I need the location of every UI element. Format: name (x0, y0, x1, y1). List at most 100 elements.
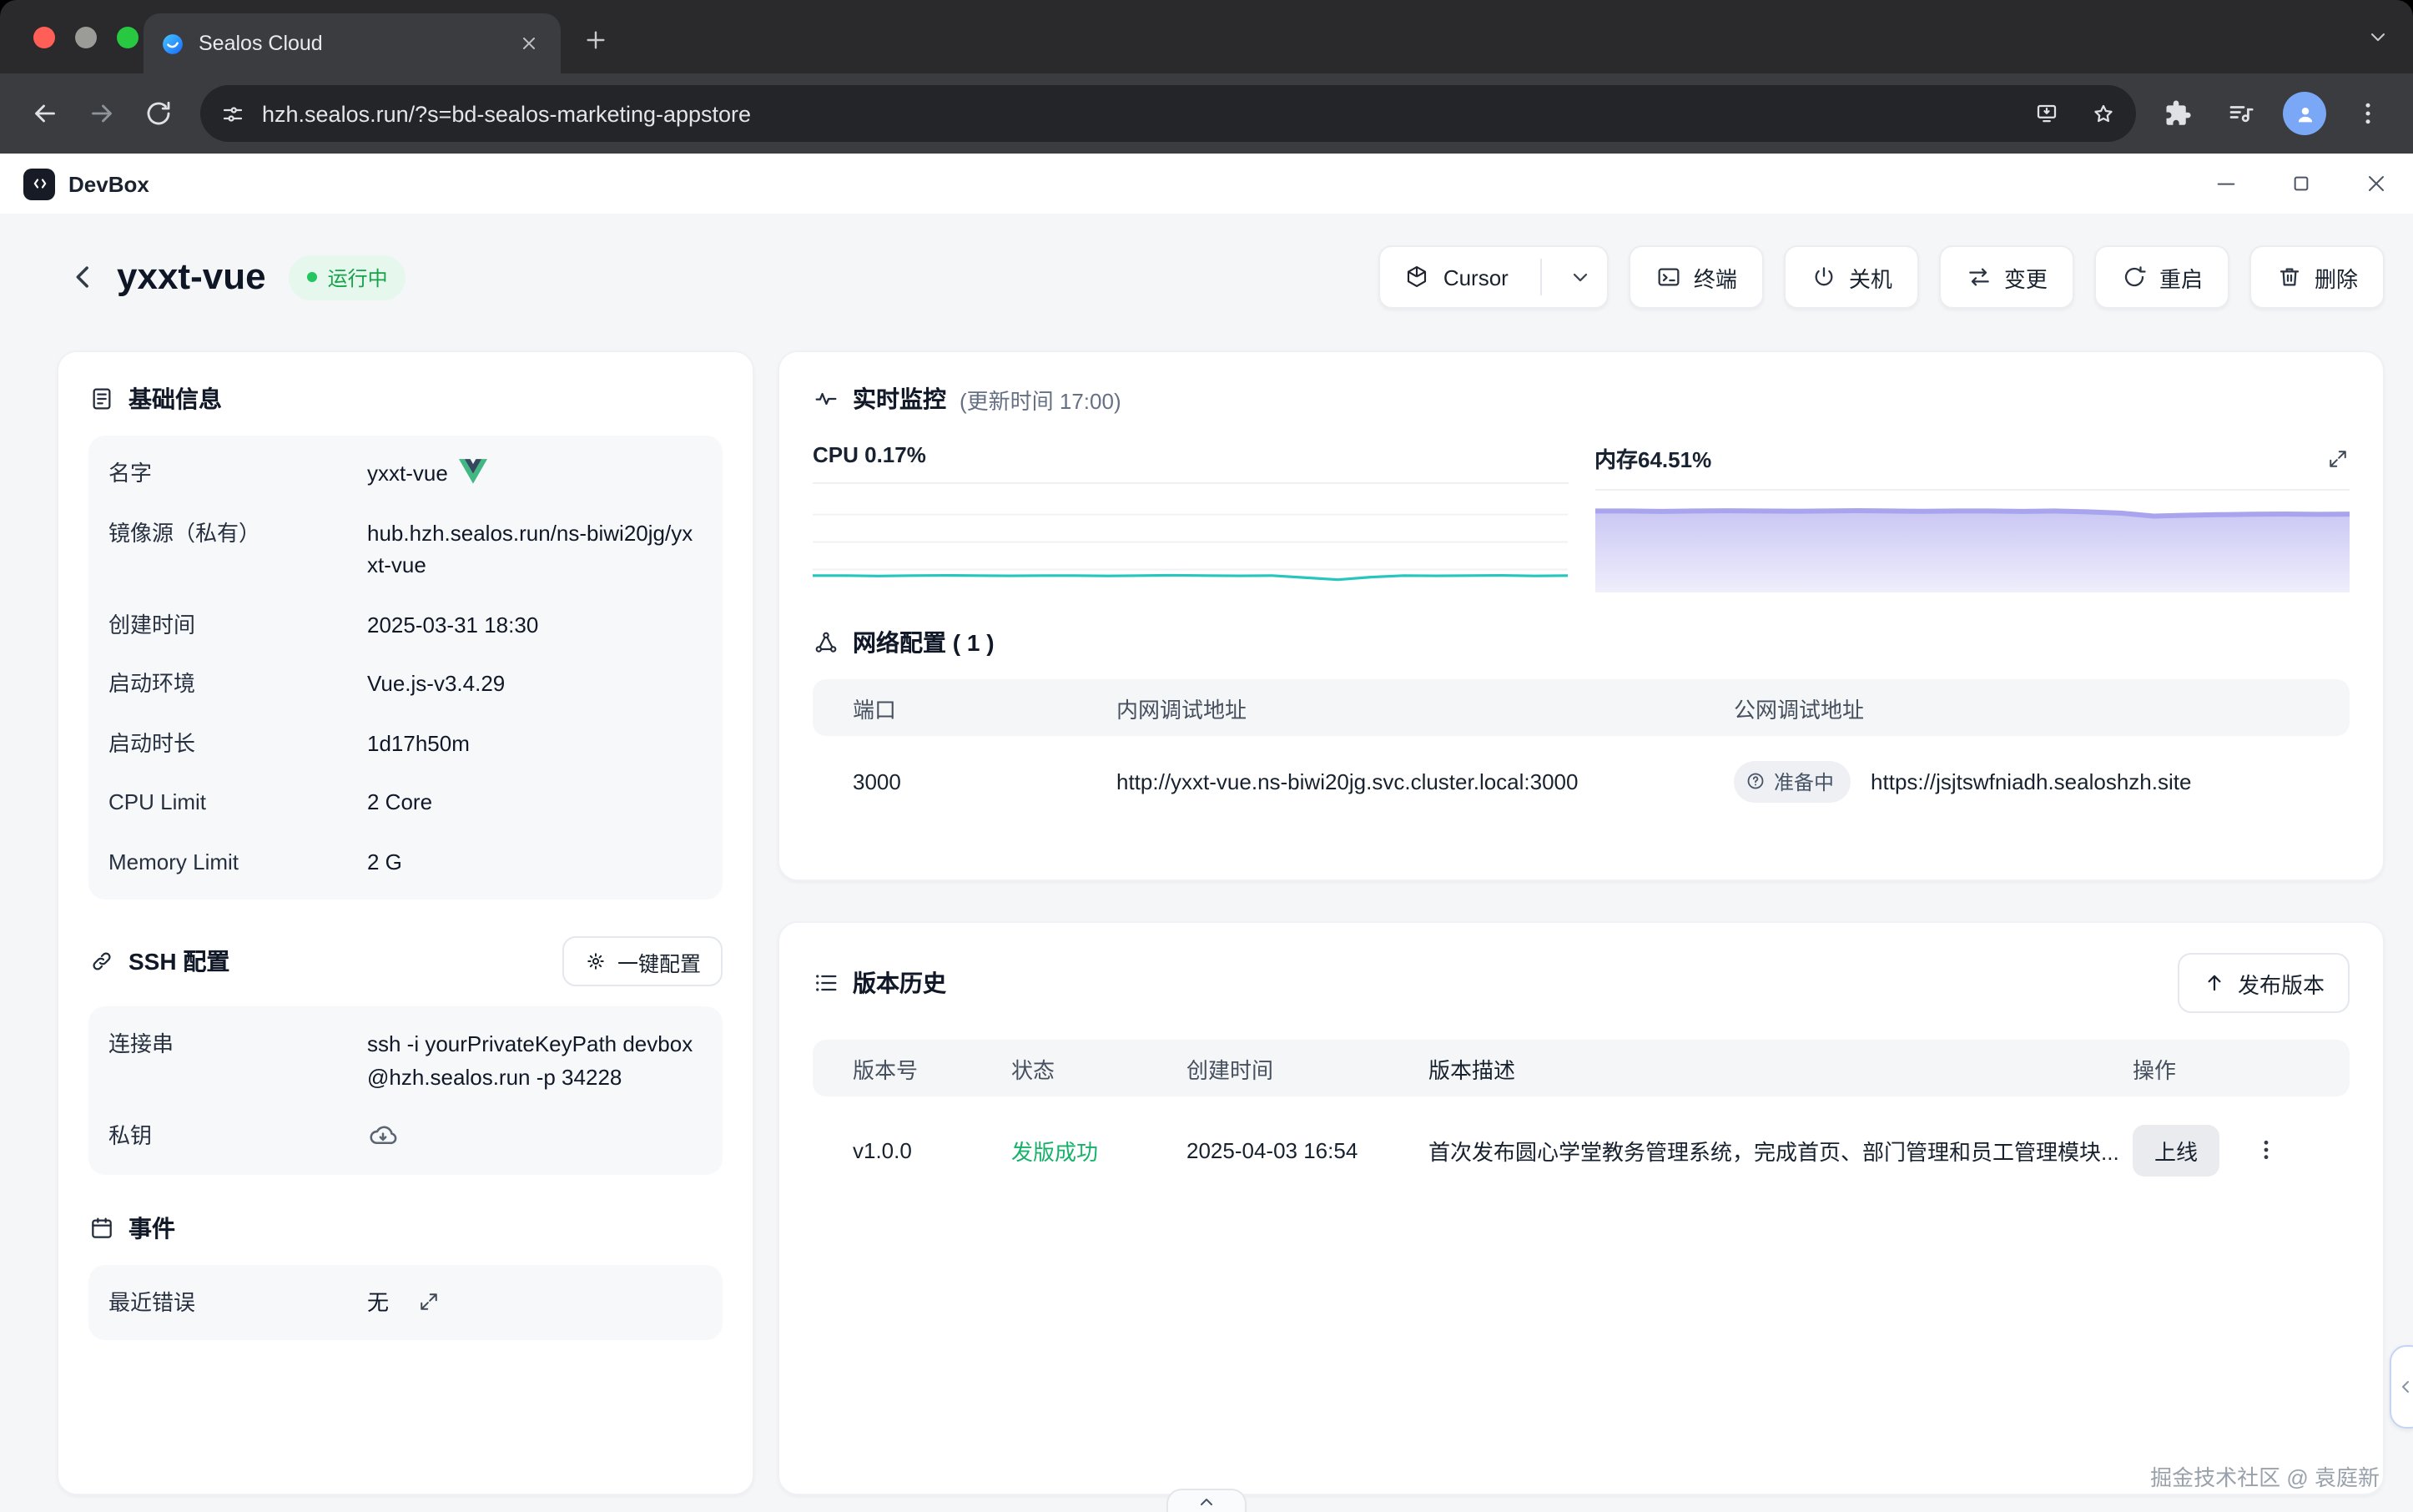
question-circle-icon (1746, 771, 1766, 791)
basic-info-header: 基础信息 (88, 382, 723, 416)
profile-avatar[interactable] (2283, 92, 2326, 135)
cpu-chart: CPU 0.17% (813, 442, 1568, 592)
ssh-title: SSH 配置 (128, 945, 229, 978)
cursor-chevron-down-icon[interactable] (1554, 247, 1607, 307)
browser-menu-icon[interactable] (2340, 85, 2396, 142)
basic-info-card: 基础信息 名字 yxxt-vue 镜像源（私有） hub.hzh. (57, 350, 754, 1495)
network-table-header: 端口 内网调试地址 公网调试地址 (813, 679, 2350, 736)
info-row-created: 创建时间 2025-03-31 18:30 (108, 595, 703, 654)
info-row-memory-limit: Memory Limit 2 G (108, 832, 703, 891)
right-column: 实时监控 (更新时间 17:00) CPU 0.17% (778, 350, 2385, 1495)
charts-row: CPU 0.17% 内存64.51% (813, 442, 2350, 592)
memory-chart-label: 内存64.51% (1594, 442, 1711, 474)
row-menu-icon[interactable] (2253, 1137, 2280, 1163)
trash-icon (2276, 264, 2303, 290)
cursor-split-button[interactable]: Cursor (1378, 245, 1609, 309)
restart-button[interactable]: 重启 (2094, 245, 2229, 309)
monitor-header: 实时监控 (更新时间 17:00) (813, 382, 2350, 416)
swap-arrows-icon (1966, 264, 1992, 290)
media-controls-icon[interactable] (2213, 85, 2269, 142)
delete-button[interactable]: 删除 (2249, 245, 2385, 309)
column-description: 版本描述 (1428, 1052, 2133, 1084)
cloud-download-icon[interactable] (367, 1120, 399, 1152)
info-label: 启动环境 (108, 668, 367, 700)
devbox-app: yxxt-vue 运行中 Cursor (0, 214, 2413, 1512)
new-tab-button[interactable] (571, 15, 621, 65)
publish-version-label: 发布版本 (2238, 967, 2325, 999)
memory-chart-plot (1594, 489, 2350, 592)
devbox-app-name: DevBox (68, 171, 149, 196)
info-label: CPU Limit (108, 786, 367, 819)
collapse-panel-handle[interactable] (1166, 1489, 1247, 1512)
back-button[interactable] (17, 85, 73, 142)
back-chevron-icon[interactable] (63, 257, 103, 297)
extensions-puzzle-icon[interactable] (2149, 85, 2206, 142)
tab-search-chevron-icon[interactable] (2366, 25, 2390, 48)
ssh-connection-value: ssh -i yourPrivateKeyPath devbox@hzh.sea… (367, 1028, 703, 1093)
bookmark-star-icon[interactable] (2079, 90, 2126, 137)
column-port: 端口 (813, 692, 1116, 723)
link-icon (88, 948, 115, 975)
cursor-button-label: Cursor (1443, 265, 1509, 290)
info-row-runtime: 启动环境 Vue.js-v3.4.29 (108, 654, 703, 713)
tab-close-icon[interactable] (514, 28, 544, 58)
minimize-icon[interactable] (2211, 169, 2239, 198)
info-label: 创建时间 (108, 608, 367, 641)
events-title: 事件 (128, 1211, 175, 1244)
minimize-window-button[interactable] (75, 27, 97, 48)
info-value: hub.hzh.sealos.run/ns-biwi20jg/yxxt-vue (367, 517, 703, 582)
install-app-icon[interactable] (2023, 90, 2069, 137)
pulse-icon (813, 386, 839, 412)
devbox-logo-icon (23, 168, 55, 199)
forward-button[interactable] (73, 85, 130, 142)
network-header: 网络配置 ( 1 ) (813, 626, 2350, 659)
devbox-window: DevBox yxxt-vue (0, 154, 2413, 1512)
expand-errors-icon[interactable] (417, 1291, 441, 1314)
network-nodes-icon (813, 629, 839, 656)
close-window-button[interactable] (33, 27, 55, 48)
browser-window: Sealos Cloud hzh.sealos.run/?s=bd-sealos… (0, 0, 2413, 1512)
internal-address-value[interactable]: http://yxxt-vue.ns-biwi20jg.svc.cluster.… (1116, 769, 1734, 794)
info-label: 镜像源（私有） (108, 517, 367, 582)
publish-version-button[interactable]: 发布版本 (2178, 953, 2350, 1013)
change-button[interactable]: 变更 (1939, 245, 2074, 309)
side-panel-handle[interactable] (2390, 1345, 2413, 1429)
shutdown-button[interactable]: 关机 (1784, 245, 1919, 309)
browser-tab-sealos-cloud[interactable]: Sealos Cloud (144, 13, 561, 73)
info-label: 连接串 (108, 1028, 367, 1093)
one-click-config-button[interactable]: 一键配置 (562, 936, 723, 986)
fullscreen-window-button[interactable] (117, 27, 139, 48)
power-icon (1811, 264, 1837, 290)
calendar-icon (88, 1214, 115, 1241)
one-click-config-label: 一键配置 (617, 945, 701, 977)
monitor-title: 实时监控 (853, 382, 946, 416)
public-address-value[interactable]: https://jsjtswfniadh.sealoshzh.site (1871, 769, 2191, 794)
preparing-status-text: 准备中 (1774, 767, 1834, 795)
terminal-button[interactable]: 终端 (1629, 245, 1764, 309)
info-row-image: 镜像源（私有） hub.hzh.sealos.run/ns-biwi20jg/y… (108, 503, 703, 595)
document-icon (88, 386, 115, 412)
maximize-icon[interactable] (2286, 169, 2315, 198)
ssh-header: SSH 配置 一键配置 (88, 936, 723, 986)
info-label: Memory Limit (108, 845, 367, 878)
screen: Sealos Cloud hzh.sealos.run/?s=bd-sealos… (0, 0, 2413, 1512)
tab-title: Sealos Cloud (199, 32, 501, 55)
vue-logo-icon (460, 459, 488, 484)
ssh-connection-row: 连接串 ssh -i yourPrivateKeyPath devbox@hzh… (108, 1015, 703, 1106)
column-actions: 操作 (2133, 1052, 2350, 1084)
cpu-chart-label: CPU 0.17% (813, 442, 926, 467)
chevron-up-icon (1196, 1491, 1217, 1511)
column-public-address: 公网调试地址 (1734, 692, 2350, 723)
go-online-button[interactable]: 上线 (2133, 1124, 2219, 1176)
expand-monitor-icon[interactable] (2326, 446, 2350, 470)
watermark-text: 掘金技术社区 @ 袁庭新 (2150, 1460, 2380, 1492)
site-settings-icon[interactable] (220, 101, 245, 126)
memory-chart: 内存64.51% (1594, 442, 2350, 592)
reload-button[interactable] (130, 85, 187, 142)
address-bar[interactable]: hzh.sealos.run/?s=bd-sealos-marketing-ap… (200, 85, 2136, 142)
close-icon[interactable] (2361, 169, 2390, 198)
tab-strip: Sealos Cloud (0, 0, 2413, 73)
url-text[interactable]: hzh.sealos.run/?s=bd-sealos-marketing-ap… (262, 101, 2006, 126)
shutdown-button-label: 关机 (1849, 261, 1892, 293)
column-internal-address: 内网调试地址 (1116, 692, 1734, 723)
